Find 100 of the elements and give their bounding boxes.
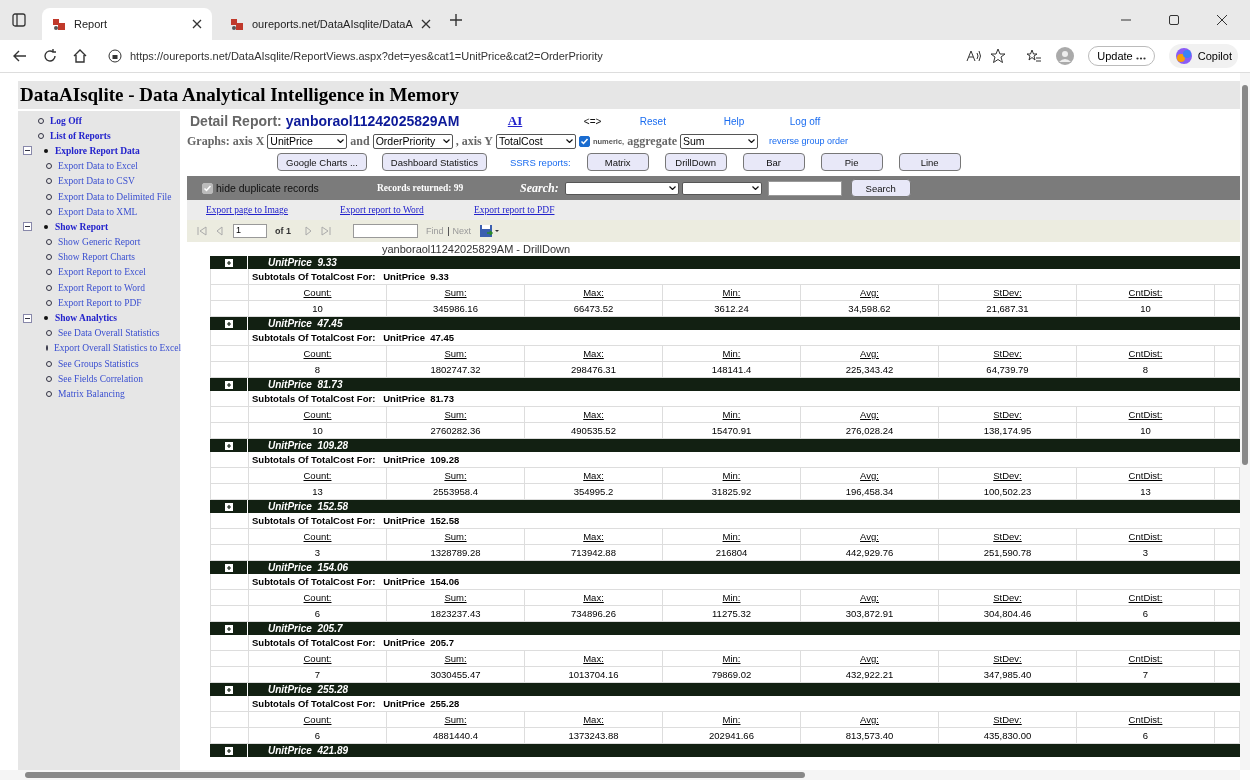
search-field-select[interactable] bbox=[564, 181, 679, 195]
export-link[interactable]: Export report to PDF bbox=[474, 205, 608, 215]
sidebar-link[interactable]: Export Overall Statistics to Excel bbox=[54, 343, 182, 354]
read-aloud-icon[interactable] bbox=[966, 49, 983, 63]
stat-value: 2553958.4 bbox=[433, 486, 478, 497]
stat-label: Avg: bbox=[860, 409, 879, 420]
axis-y-select[interactable]: TotalCost bbox=[495, 133, 576, 149]
reverse-group-order-link[interactable]: reverse group order bbox=[768, 136, 848, 146]
search-input[interactable] bbox=[767, 180, 842, 196]
tab-actions-icon[interactable] bbox=[12, 13, 26, 27]
numeric-checkbox[interactable] bbox=[578, 135, 590, 147]
maximize-icon[interactable] bbox=[1168, 14, 1180, 26]
subtotal-title: Subtotals Of TotalCost For: UnitPrice 255.28 bbox=[251, 697, 460, 711]
expand-icon[interactable] bbox=[224, 624, 233, 633]
save-icon[interactable] bbox=[479, 224, 502, 238]
export-link[interactable]: Export page to Image bbox=[206, 205, 340, 215]
collapse-toggle[interactable] bbox=[23, 222, 32, 232]
more-icon[interactable] bbox=[1135, 57, 1146, 60]
dropdown-caret-icon[interactable] bbox=[747, 139, 755, 143]
sidebar-link[interactable]: Export Data to Delimited File bbox=[58, 191, 172, 202]
aggregate-select[interactable]: Sum bbox=[679, 133, 758, 149]
stat-label: StDev: bbox=[993, 348, 1022, 359]
sidebar-link[interactable]: Export Report to Word bbox=[58, 282, 145, 293]
vertical-scrollbar[interactable] bbox=[1240, 73, 1250, 770]
favorites-icon[interactable] bbox=[1026, 48, 1043, 64]
ssrs-report-button[interactable]: Matrix bbox=[586, 153, 649, 171]
sidebar-link[interactable]: See Data Overall Statistics bbox=[58, 328, 160, 339]
sidebar-link[interactable]: Show Report Charts bbox=[58, 252, 136, 263]
subtotal-title: Subtotals Of TotalCost For: UnitPrice 81.73 bbox=[251, 392, 454, 406]
page-number-field[interactable]: 1 bbox=[233, 224, 267, 238]
sidebar-link[interactable]: Export Data to CSV bbox=[58, 176, 135, 187]
expand-icon[interactable] bbox=[224, 441, 233, 450]
sidebar-link[interactable]: Export Data to Excel bbox=[58, 161, 138, 172]
ssrs-report-button[interactable]: Line bbox=[898, 153, 961, 171]
sidebar-link[interactable]: Explore Report Data bbox=[55, 145, 140, 156]
sidebar-link[interactable]: Export Data to XML bbox=[58, 206, 138, 217]
site-info-icon[interactable] bbox=[108, 49, 122, 63]
sidebar-link[interactable]: See Fields Correlation bbox=[58, 373, 143, 384]
stat-value: 8 bbox=[314, 364, 321, 375]
header-link[interactable]: Help bbox=[723, 115, 786, 127]
dropdown-caret-icon[interactable] bbox=[565, 139, 573, 143]
header-link[interactable]: Reset bbox=[639, 115, 720, 127]
sidebar-link[interactable]: List of Reports bbox=[50, 130, 111, 141]
close-icon[interactable] bbox=[192, 19, 202, 29]
sidebar-link[interactable]: Show Analytics bbox=[55, 313, 118, 324]
subtotal-title: Subtotals Of TotalCost For: UnitPrice 205.7 bbox=[251, 636, 454, 650]
back-arrow-icon[interactable] bbox=[12, 48, 28, 64]
ssrs-report-button[interactable]: Pie bbox=[820, 153, 883, 171]
header-link[interactable]: <=> bbox=[583, 115, 636, 127]
horizontal-scrollbar[interactable] bbox=[0, 770, 1240, 780]
collapse-toggle[interactable] bbox=[23, 313, 32, 323]
dropdown-caret-icon[interactable] bbox=[668, 186, 676, 190]
stat-label: CntDist: bbox=[1128, 470, 1163, 481]
stat-value: 304,804.46 bbox=[983, 608, 1032, 619]
star-icon[interactable] bbox=[990, 48, 1007, 64]
expand-icon[interactable] bbox=[224, 380, 233, 389]
header-link[interactable]: Log off bbox=[789, 115, 821, 127]
expand-icon[interactable] bbox=[224, 685, 233, 694]
browser-tab[interactable]: Report bbox=[42, 8, 212, 40]
sidebar-link[interactable]: Matrix Balancing bbox=[58, 388, 125, 399]
new-tab-icon[interactable] bbox=[448, 13, 463, 27]
sidebar-link[interactable]: Show Report bbox=[55, 221, 109, 232]
chart-button[interactable]: Google Charts ... bbox=[277, 153, 367, 171]
home-icon[interactable] bbox=[72, 48, 88, 64]
dropdown-caret-icon[interactable] bbox=[337, 139, 345, 143]
browser-tab[interactable]: oureports.net/DataAIsqlite/DataA bbox=[220, 8, 441, 40]
export-link[interactable]: Export report to Word bbox=[340, 205, 474, 215]
sidebar-link[interactable]: Show Generic Report bbox=[58, 237, 141, 248]
update-button[interactable]: Update bbox=[1088, 46, 1155, 66]
ssrs-report-button[interactable]: Bar bbox=[742, 153, 805, 171]
search-operator-select[interactable] bbox=[681, 181, 762, 195]
close-icon[interactable] bbox=[420, 19, 431, 29]
header-link[interactable]: AI bbox=[507, 113, 580, 129]
sidebar-link[interactable]: Log Off bbox=[50, 115, 82, 126]
expand-icon[interactable] bbox=[224, 258, 233, 267]
sidebar-link[interactable]: Export Report to Excel bbox=[58, 267, 146, 278]
ssrs-report-button[interactable]: DrillDown bbox=[664, 153, 727, 171]
expand-icon[interactable] bbox=[224, 563, 233, 572]
axis-x2-select[interactable]: OrderPriority bbox=[372, 133, 453, 149]
sidebar-link[interactable]: Export Report to PDF bbox=[58, 297, 142, 308]
collapse-toggle[interactable] bbox=[23, 146, 32, 156]
axis-x-select[interactable]: UnitPrice bbox=[267, 133, 348, 149]
sidebar-link[interactable]: See Groups Statistics bbox=[58, 358, 139, 369]
copilot-button[interactable]: Copilot bbox=[1168, 44, 1238, 68]
stat-value: 148141.4 bbox=[711, 364, 752, 375]
find-field[interactable] bbox=[353, 224, 418, 238]
refresh-icon[interactable] bbox=[42, 48, 58, 64]
expand-icon[interactable] bbox=[224, 319, 233, 328]
close-icon[interactable] bbox=[1216, 14, 1228, 26]
expand-icon[interactable] bbox=[224, 502, 233, 511]
search-button[interactable]: Search bbox=[850, 179, 911, 197]
stat-value: 6 bbox=[1142, 730, 1149, 741]
hide-duplicates-checkbox[interactable] bbox=[202, 182, 213, 194]
stat-value: 2760282.36 bbox=[430, 425, 481, 436]
expand-icon[interactable] bbox=[224, 746, 233, 755]
dropdown-caret-icon[interactable] bbox=[751, 186, 759, 190]
dropdown-caret-icon[interactable] bbox=[442, 139, 450, 143]
stat-label: Sum: bbox=[444, 409, 467, 420]
chart-button[interactable]: Dashboard Statistics bbox=[381, 153, 487, 171]
stat-label: Sum: bbox=[444, 531, 467, 542]
